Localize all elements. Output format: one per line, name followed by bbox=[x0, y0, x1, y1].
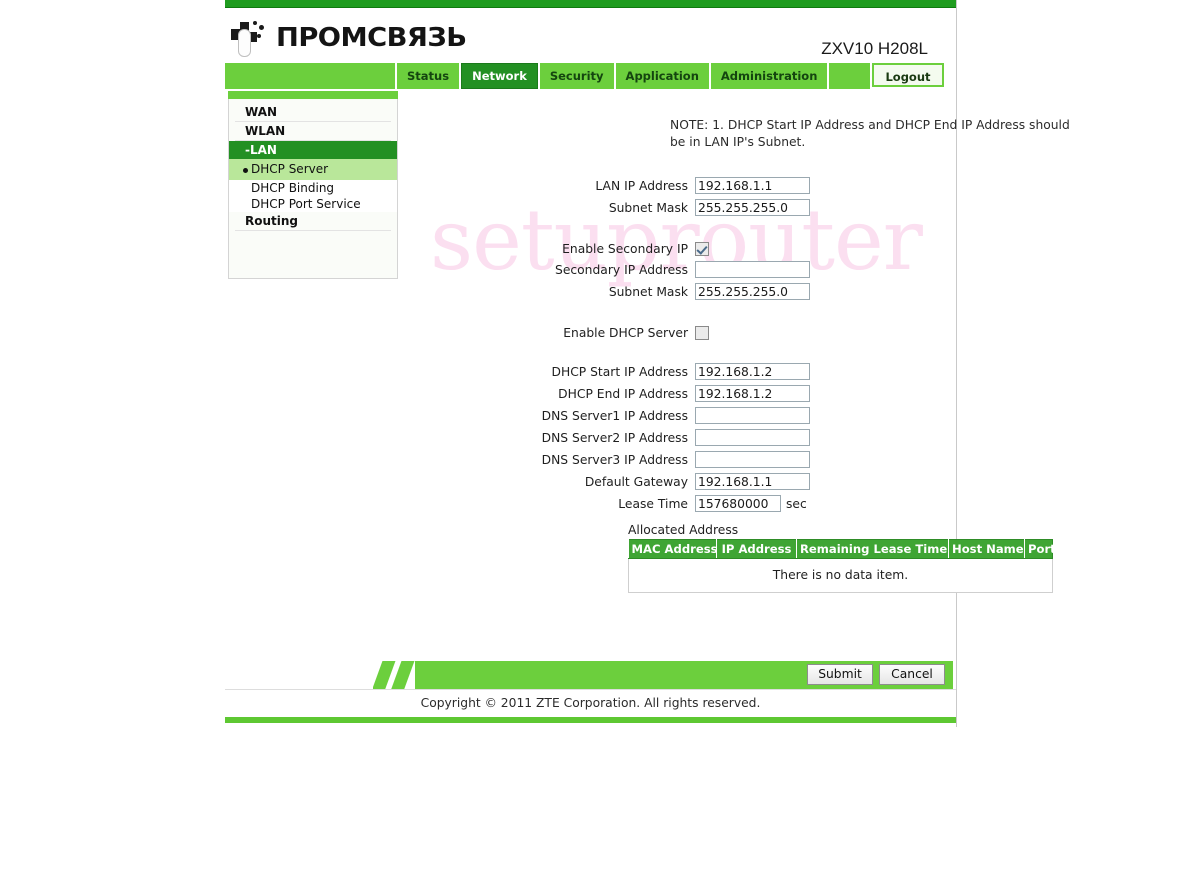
enable-secondary-ip-checkbox[interactable] bbox=[695, 242, 709, 256]
router-model-name: ZXV10 H208L bbox=[821, 39, 928, 58]
field-row-lan-ip: LAN IP Address bbox=[405, 177, 950, 194]
allocated-address-section: Allocated Address MAC Address IP Address bbox=[628, 523, 1056, 593]
field-row-dns3: DNS Server3 IP Address bbox=[405, 451, 950, 468]
sidebar-item-routing[interactable]: Routing bbox=[235, 212, 391, 231]
field-row-dhcp-start: DHCP Start IP Address bbox=[405, 363, 950, 380]
field-row-enable-dhcp: Enable DHCP Server bbox=[405, 326, 950, 340]
sidebar-subitem-dhcp-port-service[interactable]: DHCP Port Service bbox=[229, 196, 397, 212]
field-row-enable-secondary-ip: Enable Secondary IP bbox=[405, 242, 950, 256]
table-empty-message: There is no data item. bbox=[628, 558, 1053, 593]
tab-status[interactable]: Status bbox=[397, 63, 460, 89]
lease-time-label: Lease Time bbox=[618, 496, 688, 511]
dns2-label: DNS Server2 IP Address bbox=[541, 430, 688, 445]
field-row-subnet-mask: Subnet Mask bbox=[405, 199, 950, 216]
sidebar-submenu-rest: DHCP Binding DHCP Port Service bbox=[229, 180, 397, 212]
lan-ip-label: LAN IP Address bbox=[595, 178, 688, 193]
router-admin-page: ПРОМСВЯЗЬ ZXV10 H208L Status Network Sec… bbox=[225, 0, 1070, 727]
table-header-row: MAC Address IP Address Remaining Lease T… bbox=[628, 539, 1056, 559]
subnet-mask-input[interactable] bbox=[695, 199, 810, 216]
tab-security[interactable]: Security bbox=[539, 63, 614, 89]
bottom-accent-stripe bbox=[225, 717, 956, 723]
enable-dhcp-label: Enable DHCP Server bbox=[563, 326, 688, 340]
tab-network[interactable]: Network bbox=[461, 63, 538, 89]
allocated-address-title: Allocated Address bbox=[628, 523, 739, 537]
cancel-button[interactable]: Cancel bbox=[879, 664, 945, 685]
field-row-lease-time: Lease Time sec bbox=[405, 495, 950, 512]
dns1-input[interactable] bbox=[695, 407, 810, 424]
form-action-bar: Submit Cancel bbox=[373, 661, 953, 689]
sidebar-top-accent bbox=[228, 91, 398, 99]
dhcp-start-label: DHCP Start IP Address bbox=[551, 364, 689, 379]
gateway-label: Default Gateway bbox=[584, 474, 688, 489]
field-row-gateway: Default Gateway bbox=[405, 473, 950, 490]
field-row-secondary-ip: Secondary IP Address bbox=[405, 261, 950, 278]
action-bar-slash-decoration bbox=[373, 661, 415, 689]
enable-dhcp-checkbox[interactable] bbox=[695, 326, 709, 340]
column-host-name: Host Name bbox=[948, 539, 1025, 559]
dhcp-server-form: NOTE: 1. DHCP Start IP Address and DHCP … bbox=[405, 89, 1070, 593]
sidebar-submenu-selected: DHCP Server bbox=[229, 159, 397, 180]
top-accent-stripe bbox=[225, 0, 956, 8]
form-note: NOTE: 1. DHCP Start IP Address and DHCP … bbox=[670, 118, 1070, 149]
lan-ip-input[interactable] bbox=[695, 177, 810, 194]
action-buttons: Submit Cancel bbox=[807, 664, 945, 685]
secondary-subnet-input[interactable] bbox=[695, 283, 810, 300]
sidebar-menu: WAN WLAN -LAN DHCP Server DHCP Binding D… bbox=[228, 91, 398, 279]
lease-time-unit: sec bbox=[786, 496, 807, 511]
tab-application[interactable]: Application bbox=[615, 63, 709, 89]
table-row: There is no data item. bbox=[628, 558, 1053, 593]
gateway-input[interactable] bbox=[695, 473, 810, 490]
logout-button[interactable]: Logout bbox=[872, 63, 944, 87]
column-remaining-lease-time: Remaining Lease Time bbox=[796, 539, 949, 559]
column-ip-address: IP Address bbox=[716, 539, 797, 559]
lease-time-input[interactable] bbox=[695, 495, 781, 512]
field-row-dhcp-end: DHCP End IP Address bbox=[405, 385, 950, 402]
page-body: WAN WLAN -LAN DHCP Server DHCP Binding D… bbox=[225, 89, 1070, 689]
page-header: ПРОМСВЯЗЬ ZXV10 H208L bbox=[225, 8, 956, 63]
field-row-secondary-subnet: Subnet Mask bbox=[405, 283, 950, 300]
dns1-label: DNS Server1 IP Address bbox=[541, 408, 688, 423]
copyright-text: Copyright © 2011 ZTE Corporation. All ri… bbox=[225, 689, 956, 717]
nav-right-filler bbox=[829, 63, 870, 89]
secondary-ip-label: Secondary IP Address bbox=[555, 262, 688, 277]
main-navigation: Status Network Security Application Admi… bbox=[225, 63, 952, 89]
brand-logo-text: ПРОМСВЯЗЬ bbox=[276, 23, 467, 53]
secondary-subnet-label: Subnet Mask bbox=[608, 284, 688, 299]
dns3-label: DNS Server3 IP Address bbox=[541, 452, 688, 467]
brand-logo: ПРОМСВЯЗЬ bbox=[230, 20, 467, 57]
dhcp-end-label: DHCP End IP Address bbox=[558, 386, 688, 401]
column-port: Port bbox=[1024, 539, 1056, 559]
field-row-dns2: DNS Server2 IP Address bbox=[405, 429, 950, 446]
promsvyaz-logo-icon bbox=[230, 20, 270, 57]
sidebar-item-wan[interactable]: WAN bbox=[235, 103, 391, 122]
dhcp-end-input[interactable] bbox=[695, 385, 810, 402]
dns3-input[interactable] bbox=[695, 451, 810, 468]
column-mac-address: MAC Address bbox=[628, 539, 718, 559]
field-row-dns1: DNS Server1 IP Address bbox=[405, 407, 950, 424]
subnet-mask-label: Subnet Mask bbox=[608, 200, 688, 215]
allocated-address-table: MAC Address IP Address Remaining Lease T… bbox=[628, 539, 1056, 593]
submit-button[interactable]: Submit bbox=[807, 664, 873, 685]
dhcp-start-input[interactable] bbox=[695, 363, 810, 380]
sidebar-subitem-dhcp-binding[interactable]: DHCP Binding bbox=[229, 180, 397, 196]
secondary-ip-input[interactable] bbox=[695, 261, 810, 278]
sidebar-list: WAN WLAN -LAN DHCP Server DHCP Binding D… bbox=[229, 99, 397, 231]
sidebar-item-wlan[interactable]: WLAN bbox=[235, 122, 391, 141]
nav-left-filler bbox=[225, 63, 395, 89]
sidebar-item-lan[interactable]: -LAN bbox=[229, 141, 397, 159]
tab-administration[interactable]: Administration bbox=[710, 63, 828, 89]
enable-secondary-ip-label: Enable Secondary IP bbox=[562, 242, 688, 256]
dns2-input[interactable] bbox=[695, 429, 810, 446]
sidebar-subitem-dhcp-server[interactable]: DHCP Server bbox=[229, 161, 397, 177]
